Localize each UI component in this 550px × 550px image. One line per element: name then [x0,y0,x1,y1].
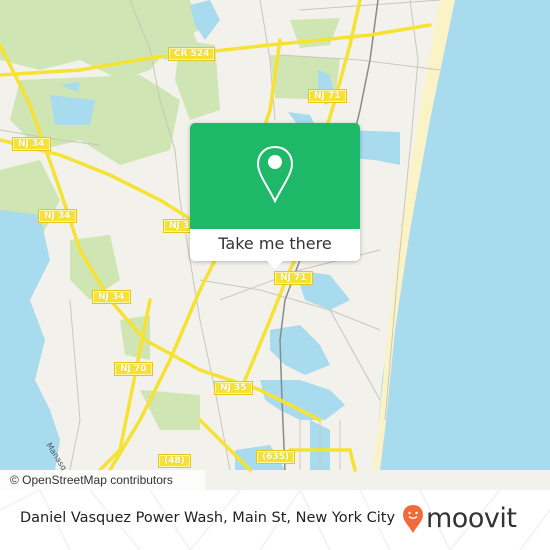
road-label-nj70: NJ 70 [114,362,153,376]
map-attribution[interactable]: © OpenStreetMap contributors [0,470,205,490]
road-label-nj34: NJ 34 [38,209,77,223]
popup-pointer [266,260,284,269]
location-popup: Take me there [190,123,360,269]
road-label-nj35: NJ 35 [214,381,253,395]
moovit-pin-icon [403,505,423,533]
road-label-nj34: NJ 34 [12,137,51,151]
footer-bar: Daniel Vasquez Power Wash, Main St, New … [0,490,550,550]
road-label-48: (48) [158,454,191,468]
moovit-logo[interactable]: moovit [402,503,517,534]
road-label-cr524: CR 524 [168,47,216,61]
map-view[interactable]: CR 524 NJ 71 NJ 34 NJ 34 NJ 3 NJ 34 NJ 7… [0,0,550,490]
road-label-nj71: NJ 71 [308,89,347,103]
road-label-nj71: NJ 71 [274,271,313,285]
road-label-635: (635) [256,450,296,464]
map-pin-icon [256,145,294,204]
moovit-wordmark: moovit [426,503,517,534]
popup-header [190,123,360,229]
road-label-nj34: NJ 34 [92,290,131,304]
take-me-there-button[interactable]: Take me there [190,229,360,261]
location-caption: Daniel Vasquez Power Wash, Main St, New … [20,510,396,526]
